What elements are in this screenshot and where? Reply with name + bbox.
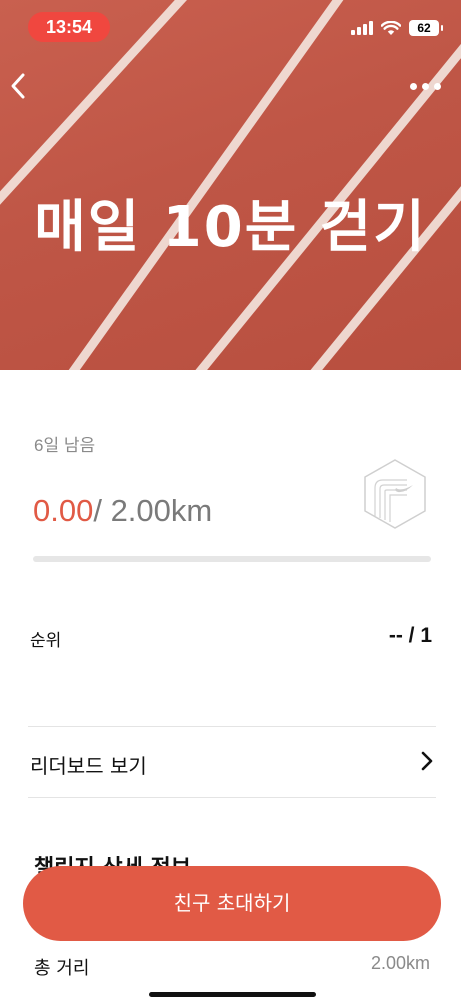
- more-dots-icon[interactable]: [410, 72, 441, 100]
- days-remaining: 6일 남음: [34, 436, 96, 455]
- battery-indicator: 62: [409, 20, 443, 36]
- current-distance: 0.00: [33, 493, 94, 528]
- cellular-signal-icon: [351, 21, 373, 35]
- goal-distance: / 2.00km: [93, 493, 213, 528]
- status-time: 13:54: [28, 12, 110, 42]
- total-distance-label: 총 거리: [34, 958, 90, 979]
- rank-label: 순위: [30, 631, 62, 651]
- distance-progress: 0.00/ 2.00km: [33, 493, 212, 529]
- hero-banner: 13:54 62 매일 10분 걷기: [0, 0, 461, 370]
- divider: [28, 797, 436, 798]
- leaderboard-label: 리더보드 보기: [30, 754, 147, 778]
- status-icons: 62: [351, 20, 443, 36]
- total-distance-value: 2.00km: [370, 953, 430, 973]
- home-indicator: [149, 992, 316, 997]
- progress-bar: [33, 556, 431, 562]
- wifi-icon: [381, 20, 401, 35]
- rank-value: -- / 1: [388, 624, 432, 647]
- challenge-title: 매일 10분 걷기: [34, 195, 427, 260]
- chevron-left-icon[interactable]: [6, 68, 34, 104]
- divider: [28, 726, 436, 727]
- chevron-right-icon: [421, 751, 433, 771]
- nike-track-badge-icon: [364, 459, 426, 529]
- invite-friends-button[interactable]: 친구 초대하기: [23, 866, 441, 941]
- leaderboard-link[interactable]: 리더보드 보기: [28, 728, 436, 796]
